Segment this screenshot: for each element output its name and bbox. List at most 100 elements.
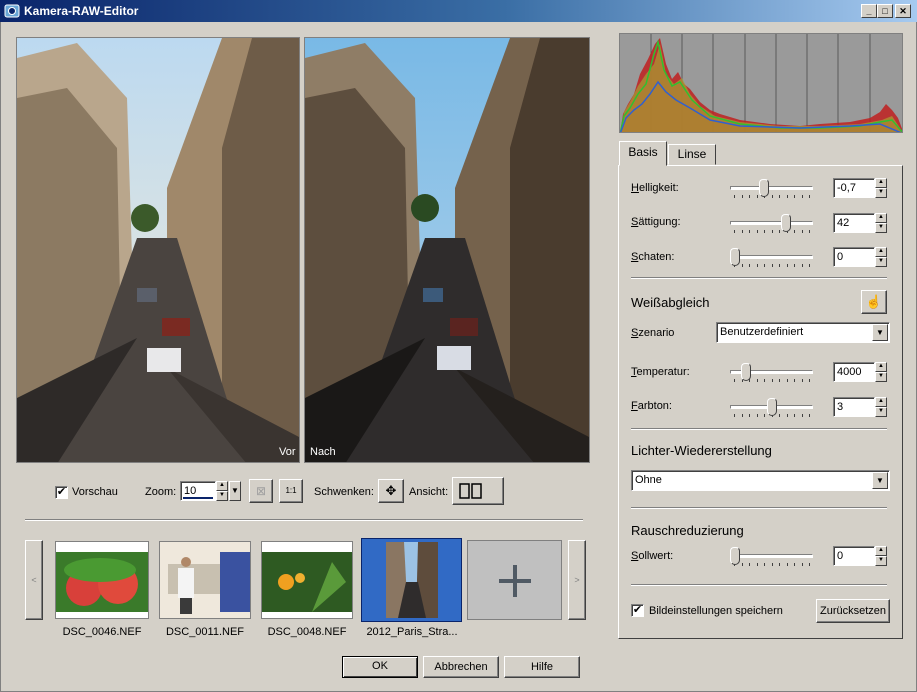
filmstrip-thumb-3[interactable]: [361, 538, 462, 622]
brightness-label: Helligkeit:: [631, 182, 679, 194]
ok-button[interactable]: OK: [342, 656, 418, 678]
noise-amount-label: Sollwert:: [631, 550, 674, 562]
tint-down-button[interactable]: ▼: [875, 407, 887, 417]
save-settings-checkbox[interactable]: ✔: [631, 604, 644, 617]
filmstrip-thumb-0[interactable]: [55, 541, 149, 619]
noise-amount-slider[interactable]: [730, 554, 813, 558]
slider-thumb[interactable]: [781, 214, 792, 232]
slider-tick: [809, 195, 810, 198]
close-button[interactable]: ✕: [895, 4, 911, 18]
slider-tick: [786, 414, 788, 417]
slider-tick: [771, 230, 773, 233]
slider-thumb[interactable]: [740, 363, 751, 381]
filmstrip-thumb-2[interactable]: [261, 541, 353, 619]
slider-tick: [741, 230, 743, 233]
shadows-up-button[interactable]: ▲: [875, 247, 887, 257]
slider-thumb[interactable]: [766, 398, 777, 416]
shadows-down-button[interactable]: ▼: [875, 257, 887, 267]
slider-tick: [794, 414, 795, 417]
thumb-image-2: [262, 542, 352, 618]
scenario-value: Benutzerdefiniert: [720, 326, 804, 338]
minimize-button[interactable]: _: [861, 4, 877, 18]
tint-value: 3: [837, 401, 844, 413]
filmstrip-thumb-1[interactable]: [159, 541, 251, 619]
view-mode-button[interactable]: [452, 477, 504, 505]
zoom-dropdown-button[interactable]: ▼: [229, 481, 241, 501]
temperature-up-button[interactable]: ▲: [875, 362, 887, 372]
slider-tick: [779, 264, 780, 267]
shadows-label: Schaten:: [631, 251, 675, 263]
brightness-slider[interactable]: [730, 186, 813, 190]
brightness-up-button[interactable]: ▲: [875, 178, 887, 188]
preview-after[interactable]: Nach: [304, 37, 590, 463]
slider-tick: [801, 264, 803, 267]
highlight-recovery-select[interactable]: Ohne: [631, 470, 890, 491]
saturation-down-button[interactable]: ▼: [875, 223, 887, 233]
actual-size-button[interactable]: 1:1: [279, 479, 303, 503]
scenario-dropdown-button[interactable]: ▼: [872, 324, 888, 341]
scenario-label: Szenario: [631, 327, 675, 339]
slider-tick: [794, 230, 795, 233]
move-icon: ✥: [385, 483, 397, 498]
separator: [631, 277, 887, 279]
slider-tick: [801, 195, 803, 198]
zoom-up-button[interactable]: ▲: [216, 481, 228, 491]
after-label: Nach: [310, 446, 336, 458]
tab-basis[interactable]: Basis: [619, 141, 667, 166]
slider-tick: [756, 563, 758, 566]
slider-thumb[interactable]: [730, 547, 740, 565]
shadows-slider[interactable]: [730, 255, 813, 259]
slider-tick: [756, 414, 758, 417]
filmstrip-next-button[interactable]: >: [568, 540, 586, 620]
white-balance-picker-button[interactable]: ☝: [861, 290, 887, 314]
saturation-input[interactable]: 42: [833, 213, 875, 233]
pan-button[interactable]: ✥: [378, 479, 404, 503]
slider-tick: [756, 230, 758, 233]
help-button[interactable]: Hilfe: [504, 656, 580, 678]
slider-tick: [764, 264, 765, 267]
slider-tick: [794, 195, 795, 198]
tab-linse[interactable]: Linse: [668, 144, 716, 165]
saturation-label: Sättigung:: [631, 216, 681, 228]
saturation-slider[interactable]: [730, 221, 813, 225]
maximize-button[interactable]: □: [877, 4, 893, 18]
noise-amount-up-button[interactable]: ▲: [875, 546, 887, 556]
filmstrip-prev-button[interactable]: <: [25, 540, 43, 620]
add-image-button[interactable]: [467, 540, 562, 620]
noise-amount-input[interactable]: 0: [833, 546, 875, 566]
slider-tick: [801, 379, 803, 382]
fit-zoom-button[interactable]: ⊠: [249, 479, 273, 503]
temperature-input[interactable]: 4000: [833, 362, 875, 382]
slider-tick: [771, 563, 773, 566]
noise-reduction-title: Rauschreduzierung: [631, 523, 744, 538]
noise-amount-value: 0: [837, 550, 844, 562]
temperature-down-button[interactable]: ▼: [875, 372, 887, 382]
saturation-value: 42: [837, 217, 850, 229]
zoom-down-button[interactable]: ▼: [216, 491, 228, 501]
slider-thumb[interactable]: [759, 179, 770, 197]
shadows-input[interactable]: 0: [833, 247, 875, 267]
noise-amount-down-button[interactable]: ▼: [875, 556, 887, 566]
scenario-select[interactable]: Benutzerdefiniert: [716, 322, 890, 343]
saturation-up-button[interactable]: ▲: [875, 213, 887, 223]
tint-up-button[interactable]: ▲: [875, 397, 887, 407]
slider-tick: [741, 563, 743, 566]
slider-tick: [801, 563, 803, 566]
brightness-input[interactable]: -0,7: [833, 178, 875, 198]
preview-checkbox[interactable]: ✔: [55, 486, 68, 499]
slider-tick: [734, 414, 735, 417]
chevron-down-icon: ▼: [876, 476, 884, 485]
tint-input[interactable]: 3: [833, 397, 875, 417]
reset-button[interactable]: Zurücksetzen: [816, 599, 890, 623]
preview-before[interactable]: Vor: [16, 37, 300, 463]
slider-tick: [786, 264, 788, 267]
separator: [631, 507, 887, 509]
cancel-button[interactable]: Abbrechen: [423, 656, 499, 678]
histogram-graph: [620, 34, 902, 132]
slider-thumb[interactable]: [730, 248, 740, 266]
brightness-down-button[interactable]: ▼: [875, 188, 887, 198]
slider-tick: [771, 195, 773, 198]
fit-icon: ⊠: [255, 484, 267, 498]
chevron-left-icon: <: [31, 575, 37, 585]
highlight-recovery-dropdown-button[interactable]: ▼: [872, 472, 888, 489]
